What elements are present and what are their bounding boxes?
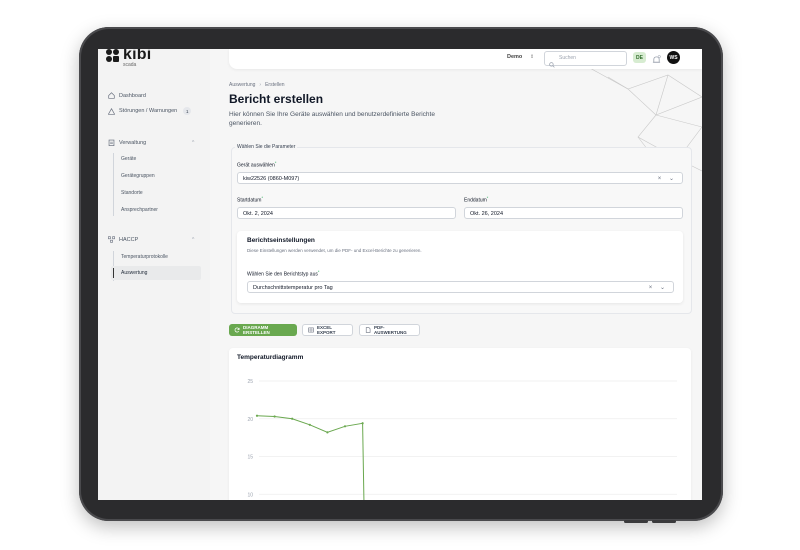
- end-date-field[interactable]: Okt. 26, 2024: [464, 207, 683, 219]
- tablet-volume-button: [624, 520, 648, 523]
- bell-icon[interactable]: [652, 52, 661, 70]
- chevron-up-icon[interactable]: ^: [192, 140, 194, 146]
- sidebar-item-label: Dashboard: [119, 92, 146, 99]
- nodes-icon: [108, 236, 115, 243]
- top-bar: Demo ⇕ Suchen DE WS: [229, 49, 702, 69]
- warning-count-badge: 1: [183, 107, 192, 115]
- device-select-value: kiw22526 (0860-M097): [243, 176, 300, 182]
- sidebar-item-auswertung[interactable]: Auswertung: [121, 270, 147, 276]
- logo-subtitle: scada: [123, 62, 137, 68]
- chevron-updown-icon[interactable]: ⇕: [530, 54, 534, 60]
- report-type-label: Wählen Sie den Berichtstyp aus*: [247, 269, 320, 278]
- create-diagram-button[interactable]: DIAGRAMM ERSTELLEN: [229, 324, 297, 336]
- start-date-value: Okt. 2, 2024: [243, 211, 273, 217]
- chart-data-point[interactable]: [291, 417, 294, 420]
- sidebar-item-geraetegruppen[interactable]: Gerätegruppen: [121, 173, 155, 179]
- excel-export-button[interactable]: EXCEL EXPORT: [302, 324, 353, 336]
- sidebar-item-stoerungen[interactable]: Störungen / Warnungen 1: [108, 107, 192, 115]
- breadcrumb-item: Erstellen: [265, 82, 285, 88]
- refresh-icon: [234, 327, 240, 333]
- chart-data-point[interactable]: [308, 423, 311, 426]
- sidebar-group-verwaltung[interactable]: Verwaltung: [108, 139, 146, 146]
- language-switcher[interactable]: DE: [633, 52, 646, 63]
- chevron-up-icon[interactable]: ^: [192, 237, 194, 243]
- clear-and-chevron-icon[interactable]: × ⌄: [658, 175, 677, 182]
- end-date-label: Enddatum*: [464, 195, 489, 204]
- parameters-legend: Wählen Sie die Parameter: [235, 144, 298, 150]
- warning-icon: [108, 107, 115, 115]
- start-date-label: Startdatum*: [237, 195, 264, 204]
- report-settings-card: Berichtseinstellungen Diese Einstellunge…: [237, 231, 683, 303]
- document-icon: [365, 327, 371, 333]
- device-select[interactable]: kiw22526 (0860-M097) × ⌄: [237, 172, 683, 184]
- page-description: Hier können Sie Ihre Geräte auswählen un…: [229, 111, 435, 127]
- end-date-value: Okt. 26, 2024: [470, 211, 504, 217]
- chart-data-point[interactable]: [255, 414, 259, 417]
- sidebar: kibi scada Dashboard Störungen / Warnung…: [98, 49, 210, 500]
- chart-data-point[interactable]: [273, 415, 276, 418]
- breadcrumb-item[interactable]: Auswertung: [229, 82, 255, 88]
- table-icon: [308, 327, 314, 333]
- logo-icon: [106, 49, 120, 63]
- tenant-selector[interactable]: Demo: [507, 54, 522, 60]
- home-icon: [108, 92, 115, 99]
- search-icon: [549, 55, 555, 73]
- search-placeholder: Suchen: [559, 55, 576, 61]
- pdf-report-button[interactable]: PDF-AUSWERTUNG: [359, 324, 420, 336]
- sidebar-item-label: Störungen / Warnungen: [119, 108, 178, 114]
- logo-word: kibi: [123, 49, 152, 63]
- report-type-select[interactable]: Durchschnittstemperatur pro Tag × ⌄: [247, 281, 674, 293]
- avatar[interactable]: WS: [667, 51, 680, 64]
- app-screen: kibi scada Dashboard Störungen / Warnung…: [98, 49, 702, 500]
- chart-y-tick-label: 20: [247, 417, 253, 423]
- sidebar-item-standorte[interactable]: Standorte: [121, 190, 143, 196]
- search-input[interactable]: Suchen: [544, 51, 627, 68]
- chart-y-tick-label: 10: [247, 492, 253, 498]
- page-title: Bericht erstellen: [229, 92, 324, 106]
- sidebar-group-haccp[interactable]: HACCP: [108, 236, 138, 243]
- chart-data-point[interactable]: [343, 425, 347, 428]
- report-type-value: Durchschnittstemperatur pro Tag: [253, 285, 333, 291]
- chart-y-tick-label: 15: [247, 455, 253, 461]
- sidebar-item-geraete[interactable]: Geräte: [121, 156, 136, 162]
- sidebar-item-label: HACCP: [119, 236, 139, 243]
- temperature-chart: 25 20 15 10: [247, 379, 677, 500]
- chart-data-point[interactable]: [326, 431, 329, 434]
- sidebar-item-dashboard[interactable]: Dashboard: [108, 92, 146, 99]
- sidebar-item-label: Verwaltung: [119, 139, 147, 146]
- temperature-chart-card: Temperaturdiagramm 25 20 15 10: [229, 348, 691, 500]
- submenu-rail: [113, 153, 114, 216]
- sidebar-item-active-indicator: [113, 268, 114, 278]
- sidebar-item-temperaturprotokolle[interactable]: Temperaturprotokolle: [121, 254, 168, 260]
- device-label: Gerät auswählen*: [237, 160, 277, 169]
- chart-data-point[interactable]: [361, 422, 364, 425]
- sidebar-item-ansprechpartner[interactable]: Ansprechpartner: [121, 207, 158, 213]
- clipboard-icon: [108, 139, 115, 146]
- report-settings-description: Diese Einstellungen werden verwendet, um…: [247, 248, 422, 253]
- tablet-volume-button: [652, 520, 676, 523]
- logo[interactable]: kibi scada: [106, 49, 151, 68]
- chart-series-line: [256, 415, 365, 500]
- start-date-field[interactable]: Okt. 2, 2024: [237, 207, 456, 219]
- breadcrumb: Auswertung › Erstellen: [229, 82, 285, 88]
- report-settings-title: Berichtseinstellungen: [247, 237, 315, 244]
- chart-y-tick-label: 25: [247, 379, 253, 385]
- clear-and-chevron-icon[interactable]: × ⌄: [649, 284, 668, 291]
